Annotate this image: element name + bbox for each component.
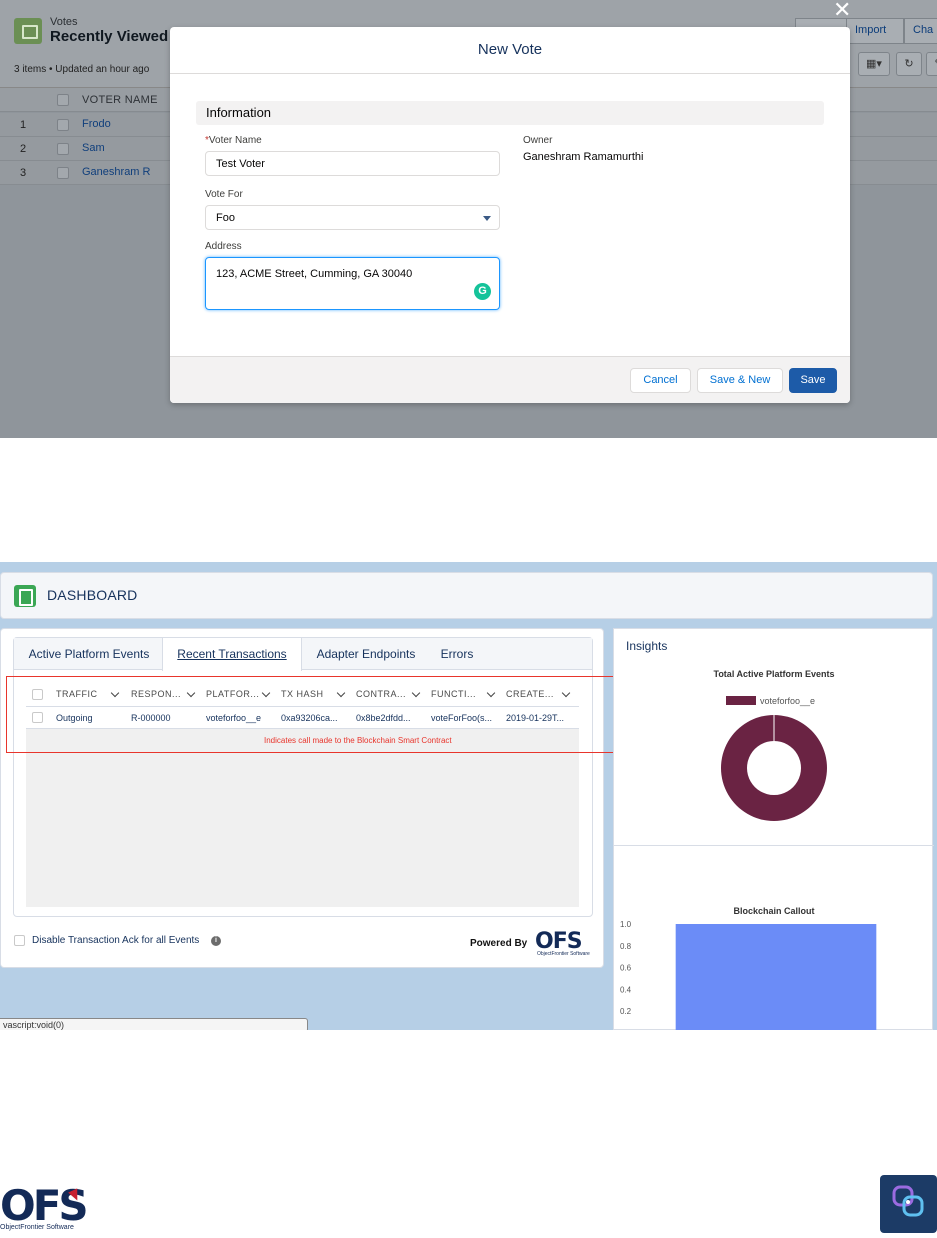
- y-tick-label: 0.6: [620, 964, 632, 973]
- dashboard-title: DASHBOARD: [47, 587, 138, 603]
- voter-name-link[interactable]: Frodo: [82, 118, 111, 130]
- address-value: 123, ACME Street, Cumming, GA 30040: [216, 268, 413, 280]
- y-tick-label: 0: [620, 1029, 625, 1030]
- cancel-button[interactable]: Cancel: [630, 368, 691, 393]
- disable-ack-label: Disable Transaction Ack for all Events: [32, 935, 200, 946]
- legend-swatch: [726, 696, 756, 705]
- vote-for-selected-value: Foo: [216, 212, 235, 224]
- salesforce-screenshot: Votes Recently Viewed 3 items • Updated …: [0, 0, 937, 438]
- modal-footer: Cancel Save & New Save: [170, 356, 850, 403]
- y-tick-label: 0.8: [620, 942, 632, 951]
- voter-name-label: *Voter Name: [205, 135, 262, 146]
- y-tick-label: 0.2: [620, 1007, 632, 1016]
- voter-name-link[interactable]: Ganeshram R: [82, 166, 150, 178]
- address-textarea[interactable]: 123, ACME Street, Cumming, GA 30040 G: [205, 257, 500, 310]
- vote-for-select[interactable]: Foo: [205, 205, 500, 230]
- voter-name-link[interactable]: Sam: [82, 142, 105, 154]
- information-section-header: Information: [196, 101, 824, 125]
- voter-name-label-text: Voter Name: [208, 135, 262, 146]
- link-logo-icon: [892, 1185, 924, 1217]
- list-view-title[interactable]: Recently Viewed: [50, 28, 168, 45]
- y-tick-label: 1.0: [620, 920, 632, 929]
- vote-for-label: Vote For: [205, 189, 243, 200]
- voter-name-column-header[interactable]: VOTER NAME: [82, 94, 158, 106]
- donut-chart: Total Active Platform Events voteforfoo__…: [713, 669, 835, 821]
- ofs-logo-small-sub: ObjectFrontier Software: [537, 951, 590, 957]
- display-as-table-icon[interactable]: ▦▾: [858, 52, 890, 76]
- row-checkbox[interactable]: [57, 119, 69, 131]
- voter-name-input[interactable]: Test Voter: [205, 151, 500, 176]
- bar-chart: Blockchain Callout1.00.80.60.40.202019-0…: [620, 906, 877, 1030]
- list-view-meta: 3 items • Updated an hour ago: [14, 64, 150, 75]
- grammarly-icon[interactable]: G: [474, 283, 491, 300]
- votes-object-icon: [14, 18, 42, 44]
- y-tick-label: 0.4: [620, 985, 632, 994]
- edit-list-icon[interactable]: ✎: [926, 52, 937, 76]
- tab-active-platform-events[interactable]: Active Platform Events: [14, 638, 164, 670]
- change-owner-button[interactable]: Cha: [904, 18, 937, 44]
- status-bar-tooltip: vascript:void(0): [0, 1018, 308, 1030]
- annotation-highlight-box: [6, 676, 614, 753]
- refresh-icon[interactable]: ↻: [896, 52, 922, 76]
- row-checkbox[interactable]: [57, 143, 69, 155]
- tab-bar: Active Platform Events Recent Transactio…: [14, 638, 592, 671]
- app-logo: [880, 1175, 937, 1233]
- ofs-logo-subtitle: ObjectFrontier Software: [0, 1224, 74, 1231]
- row-checkbox[interactable]: [57, 167, 69, 179]
- legend-label: voteforfoo__e: [760, 696, 815, 706]
- object-label: Votes: [50, 16, 78, 28]
- owner-label: Owner: [523, 135, 553, 146]
- dashboard-screenshot: DASHBOARD Active Platform Events Recent …: [0, 562, 937, 1030]
- save-button[interactable]: Save: [789, 368, 837, 393]
- tab-errors[interactable]: Errors: [430, 638, 484, 670]
- close-modal-icon[interactable]: ✕: [833, 0, 851, 23]
- powered-by-label: Powered By: [470, 938, 528, 949]
- new-vote-modal: New Vote Information *Voter Name Test Vo…: [170, 27, 850, 403]
- bar-chart-title: Blockchain Callout: [733, 906, 814, 916]
- tab-adapter-endpoints[interactable]: Adapter Endpoints: [302, 638, 430, 670]
- dashboard-header: DASHBOARD: [0, 572, 933, 619]
- tab-recent-transactions[interactable]: Recent Transactions: [162, 638, 302, 671]
- insights-card: Insights Total Active Platform Events vot…: [613, 628, 934, 1030]
- address-label: Address: [205, 241, 242, 252]
- dashboard-icon: [14, 585, 36, 607]
- dropdown-arrow-icon: [483, 216, 491, 221]
- disable-ack-checkbox[interactable]: [14, 935, 25, 946]
- save-and-new-button[interactable]: Save & New: [697, 368, 783, 393]
- row-number: 2: [20, 143, 27, 155]
- ofs-logo: OFS ObjectFrontier Software: [0, 1185, 110, 1233]
- info-icon[interactable]: i: [211, 936, 221, 946]
- row-number: 3: [20, 167, 27, 179]
- select-all-checkbox[interactable]: [57, 94, 69, 106]
- owner-value: Ganeshram Ramamurthi: [523, 151, 644, 163]
- row-number: 1: [20, 119, 27, 131]
- modal-title: New Vote: [170, 27, 850, 74]
- donut-chart-title: Total Active Platform Events: [713, 669, 834, 679]
- bar: [675, 924, 877, 1030]
- import-button[interactable]: Import: [846, 18, 904, 44]
